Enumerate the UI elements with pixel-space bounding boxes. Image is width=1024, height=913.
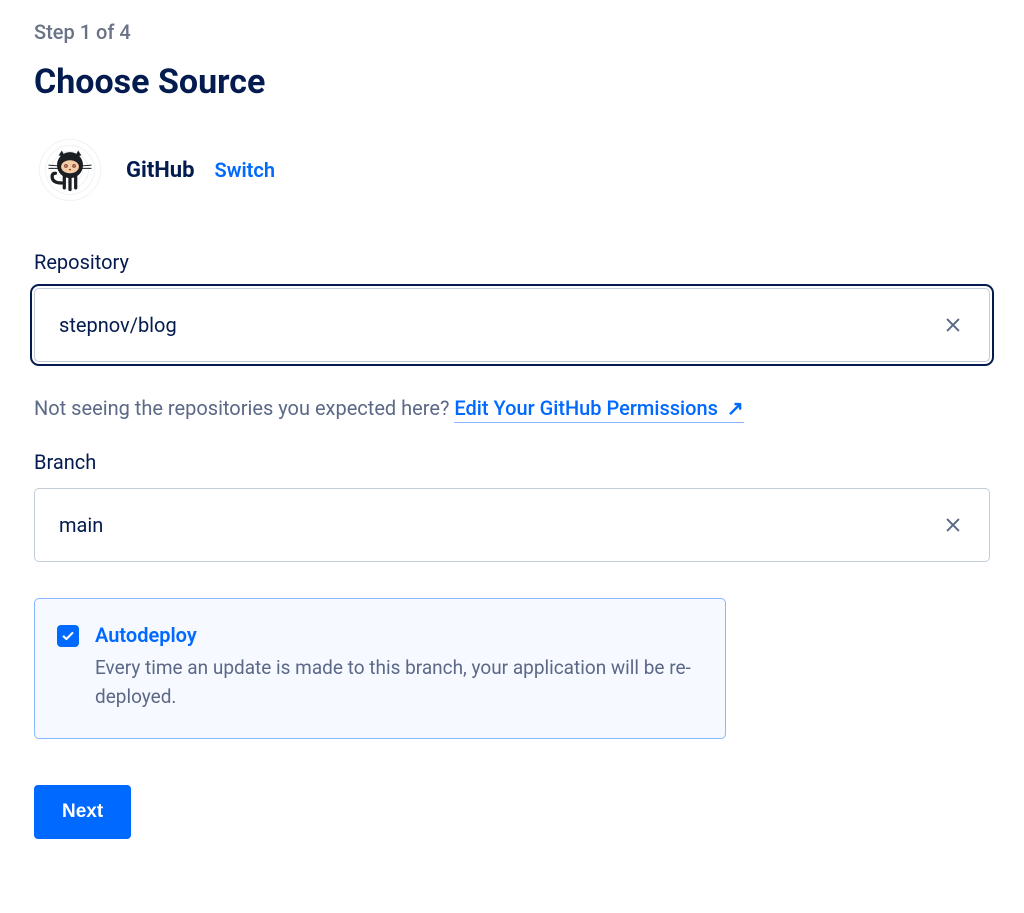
autodeploy-title: Autodeploy	[95, 623, 695, 647]
source-provider-name: GitHub	[126, 158, 195, 183]
autodeploy-text: Autodeploy Every time an update is made …	[95, 623, 695, 712]
autodeploy-description: Every time an update is made to this bra…	[95, 653, 695, 712]
next-button[interactable]: Next	[34, 785, 131, 839]
edit-github-permissions-label: Edit Your GitHub Permissions	[454, 396, 718, 420]
page-title: Choose Source	[34, 62, 990, 102]
autodeploy-card: Autodeploy Every time an update is made …	[34, 598, 726, 739]
branch-label: Branch	[34, 450, 990, 474]
clear-branch-icon[interactable]	[941, 513, 965, 537]
repository-select[interactable]: stepnov/blog	[34, 288, 990, 362]
branch-select[interactable]: main	[34, 488, 990, 562]
repository-label: Repository	[34, 250, 990, 274]
external-link-icon: ↗	[727, 396, 744, 420]
edit-github-permissions-link[interactable]: Edit Your GitHub Permissions ↗	[454, 396, 743, 423]
switch-source-link[interactable]: Switch	[215, 158, 275, 182]
permissions-helper: Not seeing the repositories you expected…	[34, 396, 990, 420]
branch-value: main	[59, 513, 103, 537]
permissions-helper-text: Not seeing the repositories you expected…	[34, 396, 454, 420]
source-provider-row: GitHub Switch	[34, 134, 990, 206]
repository-value: stepnov/blog	[59, 313, 177, 337]
clear-repository-icon[interactable]	[941, 313, 965, 337]
github-octocat-icon	[34, 134, 106, 206]
step-indicator: Step 1 of 4	[34, 20, 990, 44]
autodeploy-checkbox[interactable]	[57, 625, 79, 647]
